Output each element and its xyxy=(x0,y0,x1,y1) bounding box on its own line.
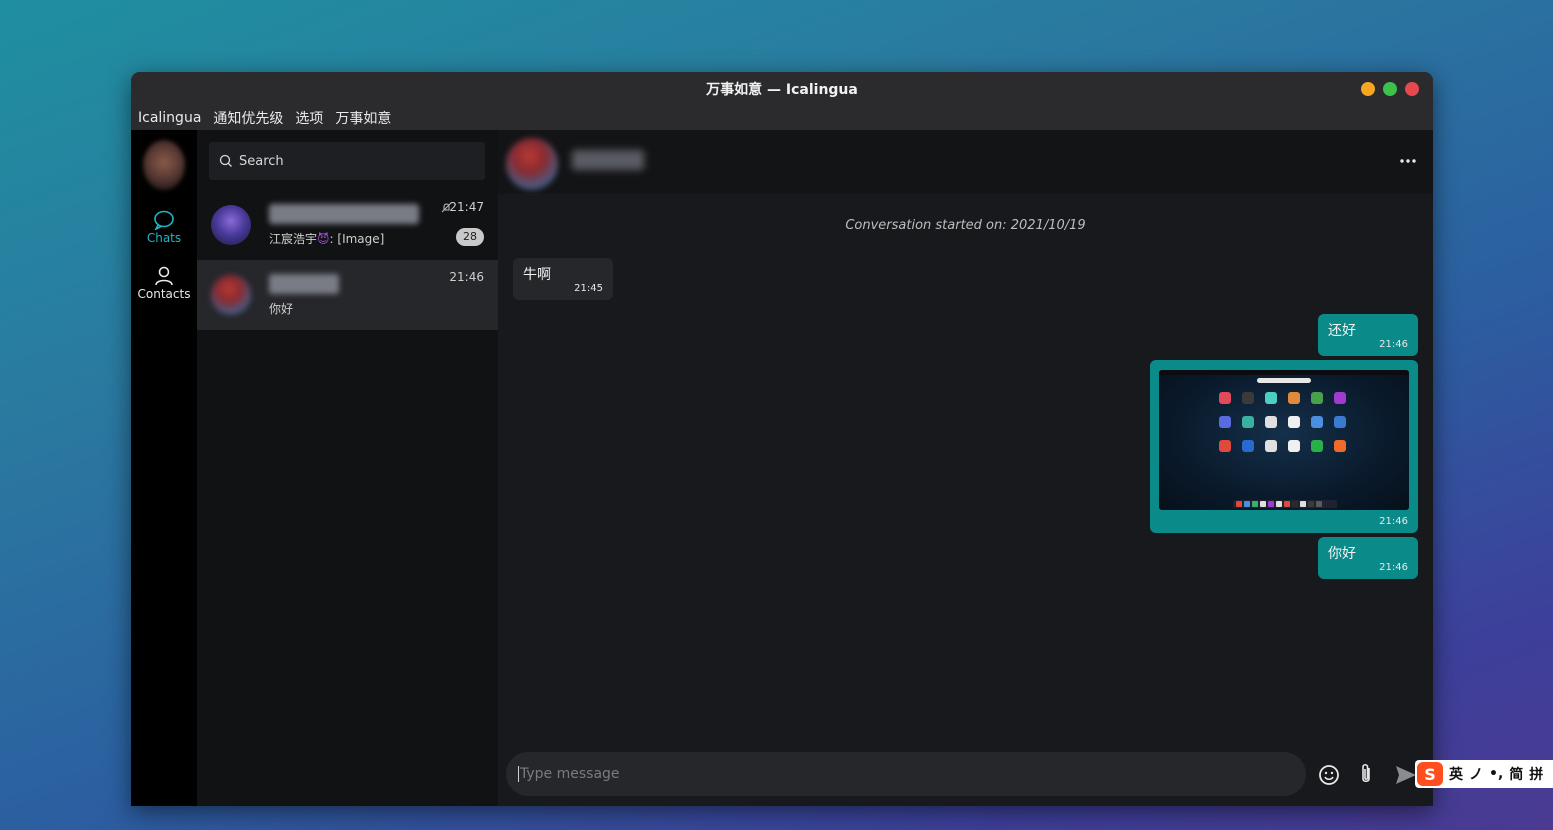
chat-avatar xyxy=(211,205,251,245)
my-avatar[interactable] xyxy=(143,140,185,190)
maximize-button[interactable] xyxy=(1383,82,1397,96)
menu-bar: Icalingua 通知优先级 选项 万事如意 xyxy=(131,106,1433,130)
conversation-header xyxy=(498,130,1433,194)
menu-notification-priority[interactable]: 通知优先级 xyxy=(213,108,283,128)
window-controls xyxy=(1361,82,1419,96)
text-caret xyxy=(518,766,519,782)
minimize-button[interactable] xyxy=(1361,82,1375,96)
preview-text: : [Image] xyxy=(329,232,385,246)
message-input[interactable]: Type message xyxy=(506,752,1306,796)
thumb-dock xyxy=(1233,500,1337,508)
nav-chats[interactable]: Chats xyxy=(131,210,197,245)
chat-time: 21:46 xyxy=(449,270,484,284)
window-title: 万事如意 — Icalingua xyxy=(706,82,858,98)
message-incoming[interactable]: 牛啊 21:45 xyxy=(513,258,613,300)
ime-punct[interactable]: •, xyxy=(1489,766,1503,782)
search-placeholder: Search xyxy=(239,153,284,169)
title-bar[interactable]: 万事如意 — Icalingua xyxy=(131,72,1433,106)
ime-simplified[interactable]: 简 xyxy=(1509,764,1523,784)
message-outgoing[interactable]: 还好 21:46 xyxy=(1318,314,1418,356)
nav-contacts[interactable]: Contacts xyxy=(131,266,197,301)
sogou-logo-icon[interactable]: S xyxy=(1417,762,1443,786)
menu-icalingua[interactable]: Icalingua xyxy=(138,110,201,126)
conversation-title-blurred xyxy=(572,150,644,170)
chat-item[interactable]: 21:46 你好 xyxy=(197,260,498,330)
chat-item[interactable]: 21:47 江宸浩宇😈: [Image] 28 xyxy=(197,190,498,260)
message-placeholder: Type message xyxy=(520,766,620,782)
app-body: Chats Contacts Search 21:47 江宸浩宇😈: [Imag… xyxy=(131,130,1433,806)
search-input[interactable]: Search xyxy=(209,142,485,180)
message-time: 21:46 xyxy=(1379,516,1408,527)
nav-chats-label: Chats xyxy=(146,231,182,245)
ime-pinyin[interactable]: 拼 xyxy=(1529,764,1543,784)
image-thumbnail[interactable] xyxy=(1159,370,1409,510)
preview-sender: 江宸浩宇 xyxy=(269,232,318,246)
message-text: 你好 xyxy=(1328,546,1356,562)
message-text: 牛啊 xyxy=(523,267,551,283)
message-text: 还好 xyxy=(1328,323,1356,339)
chat-avatar xyxy=(211,275,251,315)
chat-name-blurred xyxy=(269,274,339,294)
ime-lang[interactable]: 英 xyxy=(1449,764,1463,784)
ime-half-width[interactable]: ノ xyxy=(1469,764,1483,784)
conversation-started: Conversation started on: 2021/10/19 xyxy=(845,218,1086,233)
message-time: 21:46 xyxy=(1379,339,1408,350)
thumb-app-grid xyxy=(1219,392,1346,452)
message-image[interactable]: 21:46 xyxy=(1150,360,1418,533)
nav-contacts-label: Contacts xyxy=(137,287,191,301)
devil-emoji-icon: 😈 xyxy=(317,232,330,246)
message-time: 21:45 xyxy=(574,283,603,294)
unread-badge: 28 xyxy=(456,228,484,246)
nav-rail: Chats Contacts xyxy=(131,130,197,806)
message-outgoing[interactable]: 你好 21:46 xyxy=(1318,537,1418,579)
conversation-pane: Conversation started on: 2021/10/19 牛啊 2… xyxy=(498,130,1433,806)
thumb-search xyxy=(1257,378,1311,383)
chat-list: Search 21:47 江宸浩宇😈: [Image] 28 21:46 你好 xyxy=(197,130,498,806)
ime-toolbar[interactable]: S 英 ノ •, 简 拼 xyxy=(1415,760,1553,788)
search-icon xyxy=(219,154,232,167)
menu-current-chat[interactable]: 万事如意 xyxy=(335,108,391,128)
chat-time: 21:47 xyxy=(449,200,484,214)
attachment-icon[interactable] xyxy=(1358,762,1374,786)
chat-preview: 江宸浩宇😈: [Image] xyxy=(269,230,384,247)
person-icon xyxy=(155,266,173,286)
close-button[interactable] xyxy=(1405,82,1419,96)
emoji-icon[interactable] xyxy=(1318,764,1340,786)
message-time: 21:46 xyxy=(1379,562,1408,573)
app-window: 万事如意 — Icalingua Icalingua 通知优先级 选项 万事如意… xyxy=(131,72,1433,806)
chat-bubble-icon xyxy=(154,210,174,230)
menu-options[interactable]: 选项 xyxy=(295,108,323,128)
chat-name-blurred xyxy=(269,204,419,224)
more-options-icon[interactable] xyxy=(1399,152,1417,170)
chat-preview: 你好 xyxy=(269,302,294,316)
conversation-avatar[interactable] xyxy=(506,138,558,190)
thumb-topbar xyxy=(1159,370,1409,375)
